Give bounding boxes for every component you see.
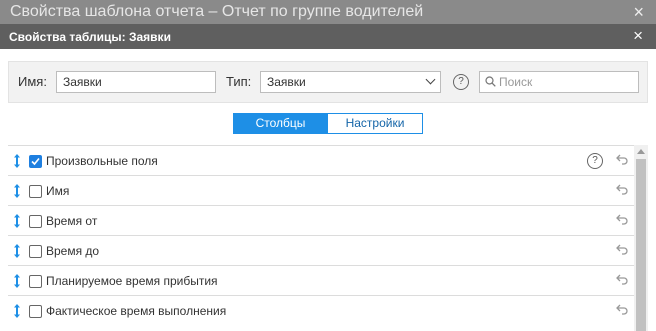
chevron-down-icon <box>425 74 436 85</box>
drag-vertical-icon[interactable] <box>12 153 22 169</box>
checkbox[interactable] <box>29 155 42 168</box>
name-input[interactable] <box>56 71 216 93</box>
list-scrollbar[interactable] <box>634 145 648 331</box>
type-select[interactable]: Заявки <box>260 71 441 93</box>
help-icon[interactable]: ? <box>587 153 603 169</box>
help-icon[interactable]: ? <box>453 74 469 90</box>
tab-settings[interactable]: Настройки <box>328 113 423 134</box>
tab-columns[interactable]: Столбцы <box>233 113 328 134</box>
undo-icon[interactable] <box>616 244 629 256</box>
drag-vertical-icon[interactable] <box>12 273 22 289</box>
checkbox[interactable] <box>29 305 42 318</box>
outer-window-title: Свойства шаблона отчета – Отчет по групп… <box>10 3 424 20</box>
dialog-close-icon[interactable]: × <box>633 27 643 45</box>
undo-icon[interactable] <box>616 154 629 166</box>
checkbox[interactable] <box>29 185 42 198</box>
outer-close-icon[interactable]: × <box>633 2 644 22</box>
list-item-label: Планируемое время прибытия <box>46 274 218 288</box>
scroll-up-arrow-icon[interactable] <box>637 149 645 154</box>
list-item-label: Имя <box>46 184 70 198</box>
list-item-label: Время от <box>46 214 98 228</box>
type-label: Тип: <box>226 74 252 89</box>
dialog-titlebar: Свойства таблицы: Заявки × <box>0 24 656 49</box>
type-select-value: Заявки <box>267 75 306 89</box>
checkbox[interactable] <box>29 245 42 258</box>
outer-window-titlebar: Свойства шаблона отчета – Отчет по групп… <box>0 0 656 24</box>
drag-vertical-icon[interactable] <box>12 183 22 199</box>
scrollbar-thumb[interactable] <box>636 159 646 331</box>
list-item-label: Фактическое время выполнения <box>46 304 227 318</box>
list-item[interactable]: Планируемое время прибытия <box>8 265 634 295</box>
search-icon <box>485 76 496 87</box>
undo-icon[interactable] <box>616 274 629 286</box>
list-item[interactable]: Произвольные поля ? <box>8 145 634 175</box>
drag-vertical-icon[interactable] <box>12 303 22 319</box>
check-icon <box>31 157 40 166</box>
checkbox[interactable] <box>29 275 42 288</box>
list-item[interactable]: Время до <box>8 235 634 265</box>
dialog-title: Свойства таблицы: Заявки <box>9 30 171 44</box>
search-input[interactable] <box>499 74 629 90</box>
tab-bar: Столбцы Настройки <box>233 113 423 134</box>
list-item[interactable]: Фактическое время выполнения <box>8 295 634 325</box>
list-item[interactable]: Имя <box>8 175 634 205</box>
checkbox[interactable] <box>29 215 42 228</box>
drag-vertical-icon[interactable] <box>12 243 22 259</box>
undo-icon[interactable] <box>616 214 629 226</box>
list-item-label: Произвольные поля <box>46 154 158 168</box>
search-box[interactable] <box>479 71 639 93</box>
table-properties-form: Имя: Тип: Заявки ? <box>8 61 648 103</box>
name-label: Имя: <box>18 74 47 89</box>
undo-icon[interactable] <box>616 184 629 196</box>
list-item[interactable]: Время от <box>8 205 634 235</box>
drag-vertical-icon[interactable] <box>12 213 22 229</box>
list-item-label: Время до <box>46 244 100 258</box>
undo-icon[interactable] <box>616 304 629 316</box>
